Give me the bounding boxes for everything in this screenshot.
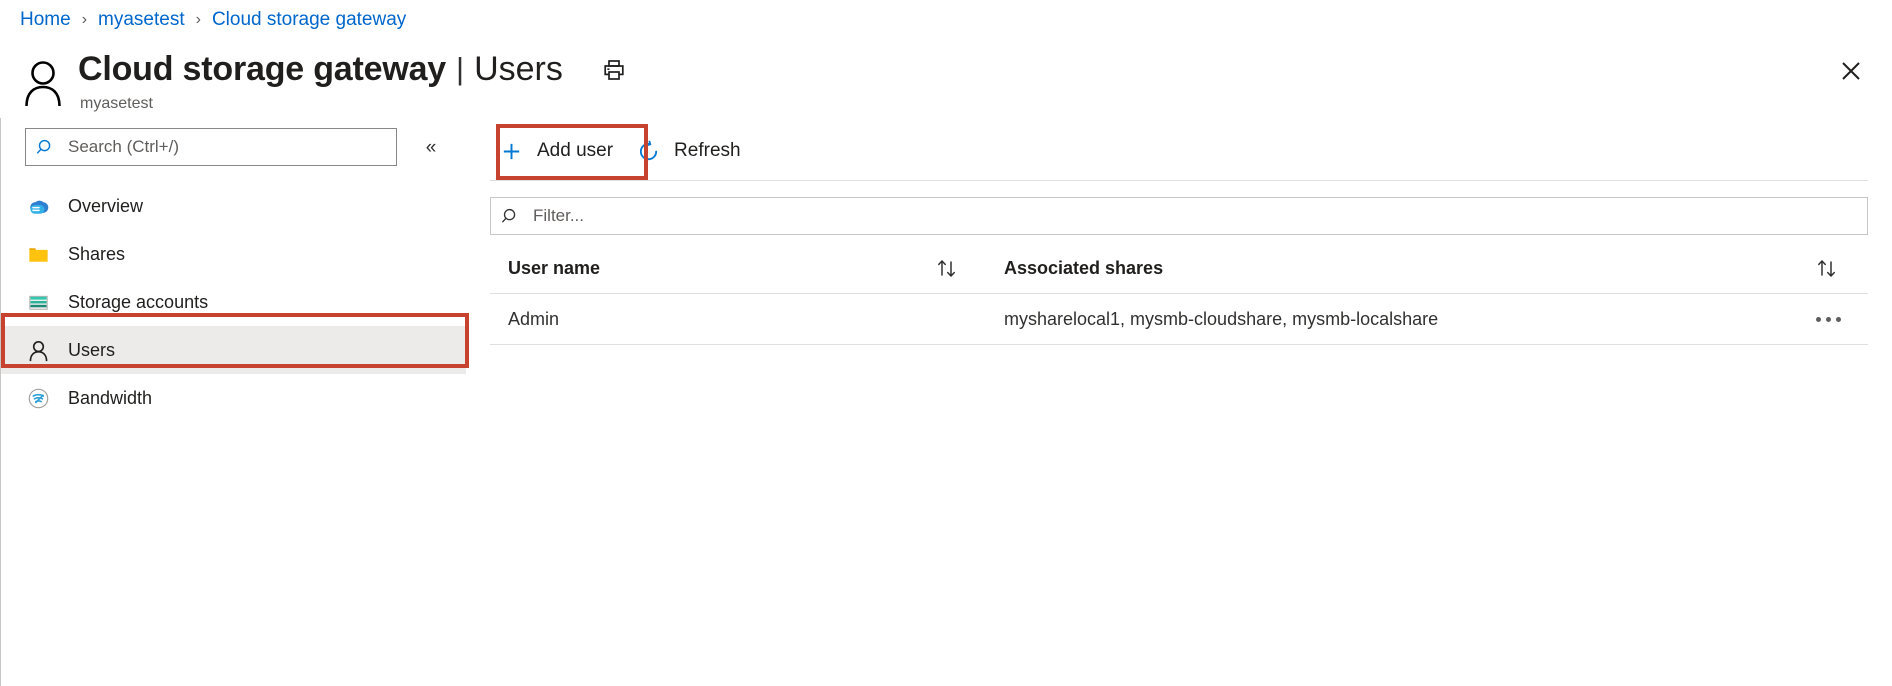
- sidebar-item-storage-accounts[interactable]: Storage accounts: [1, 278, 466, 326]
- refresh-button[interactable]: Refresh: [627, 131, 755, 171]
- storage-account-icon: [25, 289, 51, 315]
- collapse-sidebar-icon[interactable]: «: [417, 133, 445, 161]
- page-title: Cloud storage gateway: [78, 50, 446, 88]
- column-header-associated-shares: Associated shares: [1004, 257, 1164, 278]
- page-subtitle: myasetest: [80, 95, 153, 112]
- table-header-row: User name Associated shares: [490, 243, 1868, 294]
- sidebar-item-label: Shares: [68, 243, 126, 264]
- close-icon[interactable]: [1834, 54, 1868, 88]
- title-separator: |: [456, 51, 465, 86]
- breadcrumb-item-myasetest[interactable]: myasetest: [98, 9, 185, 31]
- person-icon: [25, 337, 51, 363]
- sidebar-item-label: Overview: [68, 195, 144, 216]
- filter-input[interactable]: [531, 205, 1857, 227]
- page-body: « Overview: [0, 118, 1892, 686]
- breadcrumb-item-cloud-storage-gateway[interactable]: Cloud storage gateway: [212, 9, 406, 31]
- refresh-label: Refresh: [674, 140, 741, 161]
- users-table: User name Associated shares Admin myshar…: [490, 243, 1868, 345]
- column-header-user-name: User name: [508, 257, 601, 278]
- command-bar: Add user Refresh: [490, 118, 1868, 180]
- breadcrumb-item-home[interactable]: Home: [20, 9, 71, 31]
- breadcrumb: Home › myasetest › Cloud storage gateway: [0, 0, 1892, 40]
- more-options-icon[interactable]: [1815, 316, 1841, 322]
- cell-user-name: Admin: [508, 308, 560, 329]
- bandwidth-icon: [25, 385, 51, 411]
- add-user-button[interactable]: Add user: [490, 131, 627, 171]
- filter-input-wrapper[interactable]: [490, 197, 1868, 235]
- sort-arrows-icon-associated-shares[interactable]: [1788, 257, 1868, 279]
- cell-associated-shares: mysharelocal1, mysmb-cloudshare, mysmb-l…: [1004, 308, 1439, 329]
- command-bar-divider: [490, 180, 1868, 181]
- sidebar-search-row: «: [1, 128, 466, 166]
- sort-arrows-icon-user-name[interactable]: [920, 257, 976, 279]
- sidebar-item-label: Storage accounts: [68, 291, 209, 312]
- search-icon: [501, 207, 521, 226]
- person-icon: [20, 56, 66, 107]
- breadcrumb-separator-icon: ›: [195, 11, 201, 28]
- sidebar-item-label: Users: [68, 339, 116, 360]
- main-content: Add user Refresh Filter... User name Ass…: [466, 118, 1892, 686]
- search-input-wrapper[interactable]: [25, 128, 397, 166]
- search-input[interactable]: [66, 136, 386, 158]
- folder-icon: [25, 241, 51, 267]
- sidebar-item-overview[interactable]: Overview: [1, 182, 466, 230]
- refresh-icon: [635, 138, 661, 164]
- page-header: Cloud storage gateway | Users myasetest: [0, 40, 1892, 118]
- sidebar-item-label: Bandwidth: [68, 387, 153, 408]
- search-icon: [36, 138, 56, 157]
- table-row[interactable]: Admin mysharelocal1, mysmb-cloudshare, m…: [490, 294, 1868, 345]
- printer-icon[interactable]: [599, 55, 629, 85]
- page-section-title: Users: [474, 50, 563, 88]
- plus-icon: [498, 138, 524, 164]
- row-actions[interactable]: [1788, 316, 1868, 322]
- sidebar-item-users[interactable]: Users: [1, 326, 466, 374]
- cloud-icon: [25, 193, 51, 219]
- sidebar: « Overview: [0, 118, 469, 686]
- sidebar-nav-list: Overview Shares Storage accounts Users B…: [1, 182, 466, 422]
- breadcrumb-separator-icon: ›: [81, 11, 88, 28]
- sidebar-item-shares[interactable]: Shares: [1, 230, 466, 278]
- add-user-label: Add user: [537, 140, 614, 161]
- sidebar-item-bandwidth[interactable]: Bandwidth: [1, 374, 466, 422]
